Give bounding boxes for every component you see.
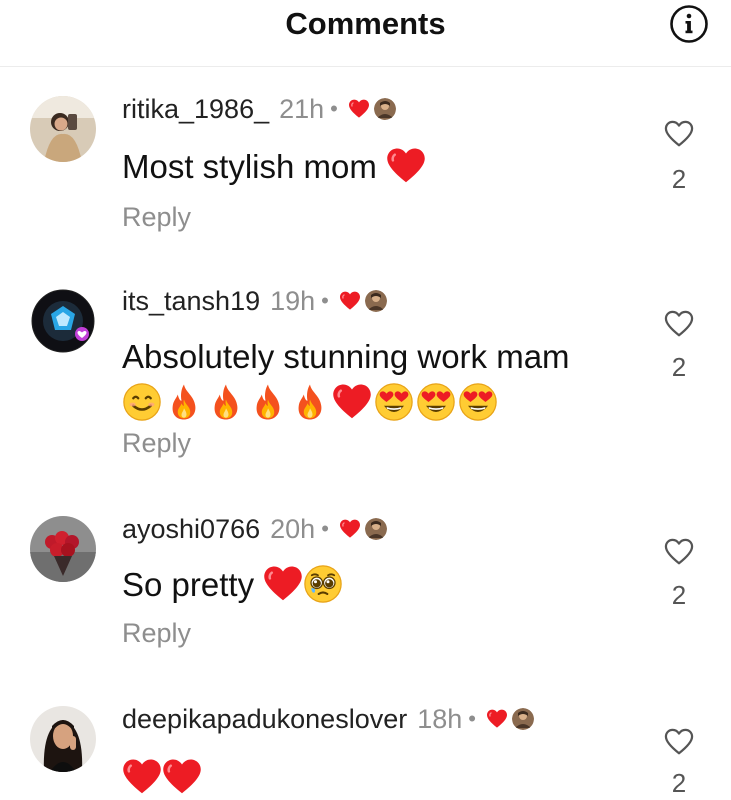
username[interactable]: deepikapadukoneslover — [122, 704, 407, 735]
red-heart-icon — [386, 146, 426, 186]
creator-avatar-icon — [374, 98, 396, 120]
avatar[interactable] — [30, 516, 96, 582]
fire-icon — [290, 382, 330, 422]
comment-item: its_tansh19 19h • Absolutely stunning wo… — [0, 284, 731, 484]
creator-liked-heart-icon — [339, 519, 361, 539]
red-heart-icon — [162, 757, 202, 797]
separator-dot: • — [321, 516, 329, 541]
separator-dot: • — [321, 288, 329, 313]
avatar[interactable] — [30, 96, 96, 162]
reply-button[interactable]: Reply — [122, 428, 191, 459]
username[interactable]: its_tansh19 — [122, 286, 260, 317]
pleading-face-icon — [303, 564, 343, 604]
like-count: 2 — [671, 164, 687, 194]
red-heart-icon — [263, 564, 303, 604]
username[interactable]: ayoshi0766 — [122, 514, 260, 545]
heart-eyes-icon — [374, 382, 414, 422]
avatar[interactable] — [30, 288, 96, 354]
reply-button[interactable]: Reply — [122, 202, 191, 233]
comment-item: ayoshi0766 20h • So pretty Reply 2 — [0, 512, 731, 682]
comment-meta: ritika_1986_ 21h • — [122, 92, 396, 126]
info-icon[interactable] — [669, 4, 709, 44]
like-heart-icon[interactable] — [664, 728, 694, 756]
comment-text: So pretty — [122, 562, 642, 608]
red-heart-icon — [332, 382, 372, 422]
comment-meta: its_tansh19 19h • — [122, 284, 387, 318]
comment-text-content: Absolutely stunning work mam — [122, 338, 570, 375]
avatar[interactable] — [30, 706, 96, 772]
comment-text — [122, 752, 642, 798]
header: Comments — [0, 0, 731, 67]
creator-liked-heart-icon — [339, 291, 361, 311]
fire-icon — [248, 382, 288, 422]
comment-meta: ayoshi0766 20h • — [122, 512, 387, 546]
separator-dot: • — [468, 706, 476, 731]
creator-avatar-icon — [365, 518, 387, 540]
comment-text: Absolutely stunning work mam — [122, 334, 642, 422]
comment-text: Most stylish mom — [122, 144, 642, 190]
creator-liked-heart-icon — [486, 709, 508, 729]
username[interactable]: ritika_1986_ — [122, 94, 269, 125]
creator-avatar-icon — [365, 290, 387, 312]
like-heart-icon[interactable] — [664, 538, 694, 566]
timestamp: 20h — [270, 513, 316, 544]
timestamp: 18h — [417, 703, 463, 734]
fire-icon — [164, 382, 204, 422]
like-heart-icon[interactable] — [664, 120, 694, 148]
heart-eyes-icon — [416, 382, 456, 422]
like-count: 2 — [671, 352, 687, 382]
like-heart-icon[interactable] — [664, 310, 694, 338]
comment-meta: deepikapadukoneslover 18h • — [122, 702, 534, 736]
smiling-face-icon — [122, 382, 162, 422]
like-count: 2 — [671, 768, 687, 798]
creator-liked-heart-icon — [348, 99, 370, 119]
fire-icon — [206, 382, 246, 422]
comment-text-content: Most stylish mom — [122, 148, 377, 185]
red-heart-icon — [122, 757, 162, 797]
separator-dot: • — [330, 96, 338, 121]
timestamp: 21h — [279, 93, 325, 124]
timestamp: 19h — [270, 285, 316, 316]
heart-eyes-icon — [458, 382, 498, 422]
emoji-row — [122, 382, 642, 422]
comment-text-content: So pretty — [122, 566, 255, 603]
like-count: 2 — [671, 580, 687, 610]
comment-item: ritika_1986_ 21h • Most stylish mom Repl… — [0, 92, 731, 262]
comment-item: deepikapadukoneslover 18h • 2 — [0, 702, 731, 800]
reply-button[interactable]: Reply — [122, 618, 191, 649]
creator-avatar-icon — [512, 708, 534, 730]
page-title: Comments — [285, 6, 446, 41]
